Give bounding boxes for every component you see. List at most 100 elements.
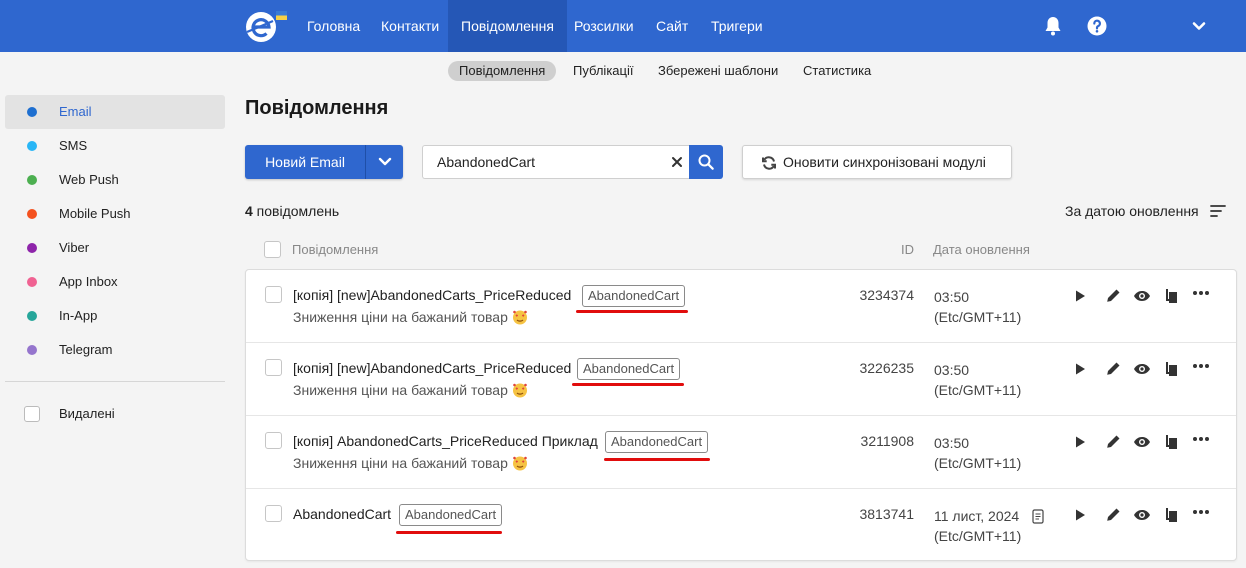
row-checkbox[interactable] xyxy=(265,505,282,522)
column-header-date[interactable]: Дата оновлення xyxy=(933,242,1030,257)
sidebar-item-in-app[interactable]: In-App xyxy=(5,299,225,333)
eye-icon[interactable] xyxy=(1133,287,1151,305)
tag-badge[interactable]: AbandonedCart xyxy=(605,431,709,453)
red-annotation-underline xyxy=(604,458,710,461)
message-date: 11 лист, 2024 (Etc/GMT+11) xyxy=(934,506,1021,546)
pencil-icon[interactable] xyxy=(1104,506,1122,524)
status-dot xyxy=(27,277,37,287)
chevron-down-icon[interactable] xyxy=(373,154,397,170)
copy-icon[interactable] xyxy=(1162,506,1180,524)
sidebar-item-label: Mobile Push xyxy=(59,206,131,221)
search-input-value[interactable]: AbandonedCart xyxy=(437,146,535,178)
red-annotation-underline xyxy=(576,310,688,313)
message-title[interactable]: [копія] [new]AbandonedCarts_PriceReduced xyxy=(293,287,571,303)
column-header-message[interactable]: Повідомлення xyxy=(292,242,378,257)
message-date: 03:50 (Etc/GMT+11) xyxy=(934,433,1021,473)
message-title[interactable]: AbandonedCart xyxy=(293,506,391,522)
clear-icon[interactable] xyxy=(669,154,685,170)
nav-campaigns[interactable]: Розсилки xyxy=(561,0,647,52)
tag-badge[interactable]: AbandonedCart xyxy=(399,504,503,526)
subnav-statistics[interactable]: Статистика xyxy=(792,61,882,81)
sidebar-item-email[interactable]: Email xyxy=(5,95,225,129)
count-number: 4 xyxy=(245,203,253,219)
pencil-icon[interactable] xyxy=(1104,360,1122,378)
subnav-messages[interactable]: Повідомлення xyxy=(448,61,557,81)
table-row[interactable]: [копія] AbandonedCarts_PriceReduced Прик… xyxy=(246,416,1236,489)
copy-icon[interactable] xyxy=(1162,433,1180,451)
search-input[interactable]: AbandonedCart xyxy=(422,145,690,179)
table-row[interactable]: AbandonedCart AbandonedCart 3813741 11 л… xyxy=(246,489,1236,562)
sidebar-item-deleted[interactable]: Видалені xyxy=(59,397,115,431)
sort-icon[interactable] xyxy=(1210,204,1226,218)
eye-icon[interactable] xyxy=(1133,433,1151,451)
sidebar-item-sms[interactable]: SMS xyxy=(5,129,225,163)
status-dot xyxy=(27,345,37,355)
row-checkbox[interactable] xyxy=(265,432,282,449)
play-icon[interactable] xyxy=(1071,433,1089,451)
sidebar-item-telegram[interactable]: Telegram xyxy=(5,333,225,367)
sync-modules-button[interactable]: Оновити синхронізовані модулі xyxy=(742,145,1012,179)
play-icon[interactable] xyxy=(1071,287,1089,305)
sort-dropdown[interactable]: За датою оновлення xyxy=(1065,203,1199,219)
chevron-down-icon[interactable] xyxy=(1187,14,1211,38)
select-all-checkbox[interactable] xyxy=(264,241,281,258)
new-email-label: Новий Email xyxy=(265,154,345,170)
page-title: Повідомлення xyxy=(245,97,389,119)
messages-list: [копія] [new]AbandonedCarts_PriceReduced… xyxy=(245,269,1237,561)
play-icon[interactable] xyxy=(1071,360,1089,378)
nav-contacts[interactable]: Контакти xyxy=(368,0,452,52)
status-dot xyxy=(27,175,37,185)
row-checkbox[interactable] xyxy=(265,286,282,303)
eye-icon[interactable] xyxy=(1133,506,1151,524)
message-title[interactable]: [копія] AbandonedCarts_PriceReduced Прик… xyxy=(293,433,598,449)
nav-home[interactable]: Головна xyxy=(294,0,373,52)
date-time: 03:50 xyxy=(934,362,970,378)
status-dot xyxy=(27,141,37,151)
table-row[interactable]: [копія] [new]AbandonedCarts_PriceReduced… xyxy=(246,343,1236,416)
subnav-saved-templates[interactable]: Збережені шаблони xyxy=(647,61,789,81)
sidebar-item-label: Viber xyxy=(59,240,90,255)
message-date: 03:50 (Etc/GMT+11) xyxy=(934,360,1021,400)
more-options-icon[interactable] xyxy=(1192,503,1210,521)
pencil-icon[interactable] xyxy=(1104,287,1122,305)
copy-icon[interactable] xyxy=(1162,360,1180,378)
nav-triggers[interactable]: Тригери xyxy=(698,0,776,52)
message-subtitle-text: Зниження ціни на бажаний товар xyxy=(293,382,508,398)
note-icon[interactable] xyxy=(1032,509,1044,524)
pencil-icon[interactable] xyxy=(1104,433,1122,451)
row-checkbox[interactable] xyxy=(265,359,282,376)
message-id: 3813741 xyxy=(859,506,914,522)
count-text: повідомлень xyxy=(252,203,340,219)
date-time: 03:50 xyxy=(934,435,970,451)
esputnik-logo-icon[interactable] xyxy=(243,8,289,44)
tag-badge[interactable]: AbandonedCart xyxy=(577,358,681,380)
message-title[interactable]: [копія] [new]AbandonedCarts_PriceReduced xyxy=(293,360,571,376)
new-email-button[interactable]: Новий Email xyxy=(245,145,403,179)
sidebar-item-mobile-push[interactable]: Mobile Push xyxy=(5,197,225,231)
eye-icon[interactable] xyxy=(1133,360,1151,378)
nav-site[interactable]: Сайт xyxy=(643,0,701,52)
column-header-id[interactable]: ID xyxy=(901,242,914,257)
tag-badge[interactable]: AbandonedCart xyxy=(582,285,686,307)
play-icon[interactable] xyxy=(1071,506,1089,524)
date-timezone: (Etc/GMT+11) xyxy=(934,455,1022,471)
subnav-publications[interactable]: Публікації xyxy=(562,61,644,81)
deleted-checkbox-icon[interactable] xyxy=(24,406,40,422)
more-options-icon[interactable] xyxy=(1192,284,1210,302)
date-timezone: (Etc/GMT+11) xyxy=(934,528,1022,544)
message-id: 3226235 xyxy=(859,360,914,376)
more-options-icon[interactable] xyxy=(1192,357,1210,375)
help-icon[interactable] xyxy=(1085,14,1109,38)
sidebar-item-viber[interactable]: Viber xyxy=(5,231,225,265)
search-button[interactable] xyxy=(689,145,723,179)
sidebar-item-label: Email xyxy=(59,104,92,119)
nav-messages[interactable]: Повідомлення xyxy=(448,0,567,52)
more-options-icon[interactable] xyxy=(1192,430,1210,448)
sidebar-item-web-push[interactable]: Web Push xyxy=(5,163,225,197)
sidebar-item-app-inbox[interactable]: App Inbox xyxy=(5,265,225,299)
bell-icon[interactable] xyxy=(1041,14,1065,38)
sidebar-item-label: Web Push xyxy=(59,172,119,187)
copy-icon[interactable] xyxy=(1162,287,1180,305)
sync-modules-label: Оновити синхронізовані модулі xyxy=(783,154,986,170)
table-row[interactable]: [копія] [new]AbandonedCarts_PriceReduced… xyxy=(246,270,1236,343)
